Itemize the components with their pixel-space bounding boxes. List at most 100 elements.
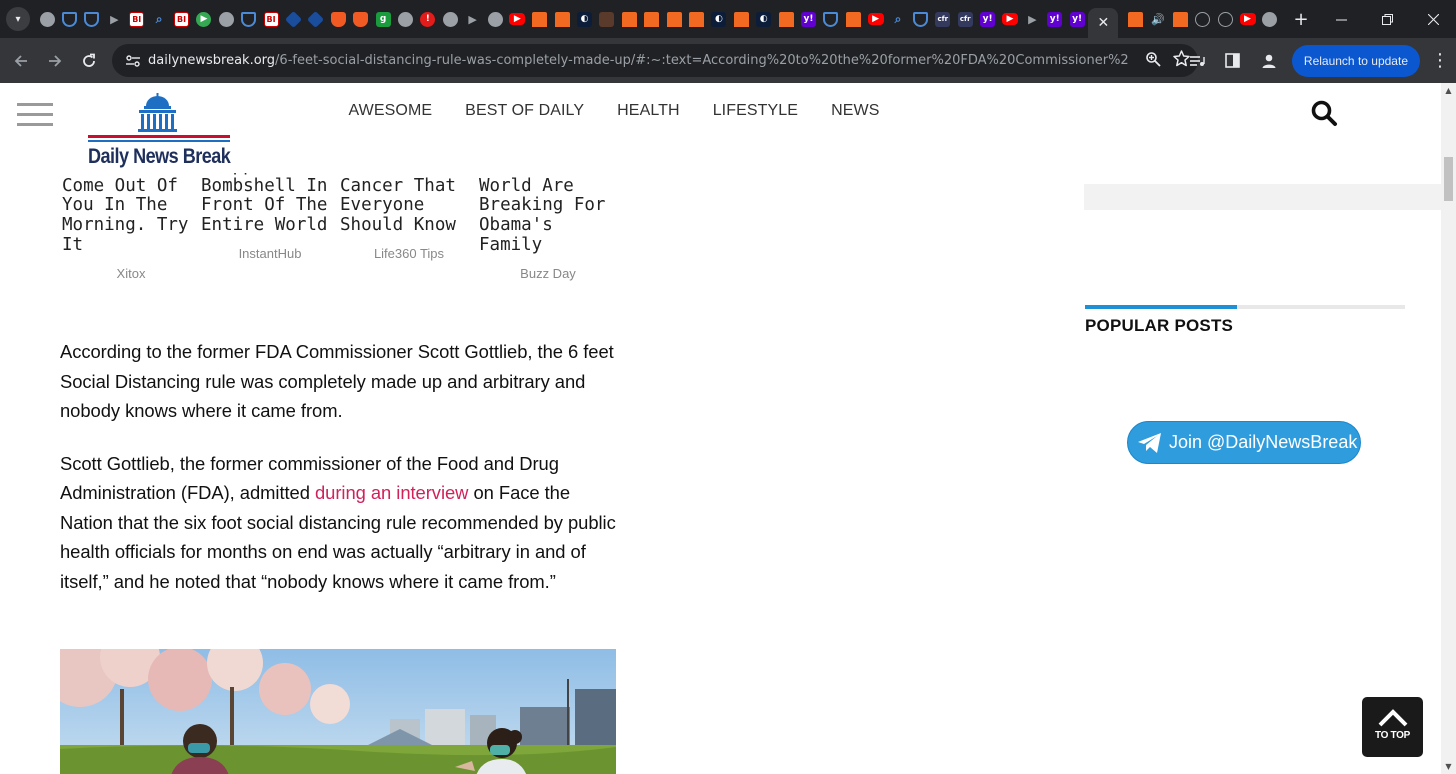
profile-avatar-icon[interactable] [1256, 48, 1282, 74]
browser-tab[interactable]: ▶ [1236, 0, 1258, 38]
browser-tab[interactable] [1192, 0, 1214, 38]
dark-icon: ◐ [756, 11, 772, 27]
browser-tab[interactable]: ▶ [1021, 0, 1043, 38]
browser-tab[interactable] [820, 0, 842, 38]
yt-icon: ▶ [509, 13, 526, 25]
browser-tab[interactable] [36, 0, 58, 38]
browser-tab[interactable]: ◐ [708, 0, 730, 38]
circle-icon [1195, 11, 1211, 27]
menu-kebab-icon[interactable]: ⋮ [1430, 50, 1450, 71]
back-button[interactable] [4, 44, 38, 78]
dark-icon: ◐ [711, 11, 727, 27]
browser-tab[interactable] [238, 0, 260, 38]
browser-tab[interactable] [81, 0, 103, 38]
scroll-up-icon[interactable]: ▲ [1441, 83, 1456, 98]
browser-tab[interactable] [439, 0, 461, 38]
browser-tab[interactable]: ! [417, 0, 439, 38]
browser-tab[interactable]: BI [260, 0, 282, 38]
browser-tab[interactable]: ▶ [461, 0, 483, 38]
nav-item-news[interactable]: NEWS [815, 102, 896, 122]
new-tab-button[interactable]: + [1289, 9, 1313, 30]
close-tab-icon[interactable]: ✕ [1097, 15, 1109, 31]
browser-tab[interactable]: y! [1066, 0, 1088, 38]
interview-link[interactable]: during an interview [315, 482, 468, 503]
side-panel-icon[interactable] [1220, 48, 1246, 74]
bookmark-icon [621, 11, 637, 27]
browser-tab[interactable] [618, 0, 640, 38]
browser-tab[interactable]: ◐ [753, 0, 775, 38]
site-logo[interactable]: Daily News Break [88, 93, 231, 173]
browser-tab[interactable]: y! [797, 0, 819, 38]
browser-tab[interactable]: ⌕ [887, 0, 909, 38]
red-icon: ! [420, 11, 436, 27]
browser-tab[interactable] [58, 0, 80, 38]
browser-tab[interactable] [596, 0, 618, 38]
reload-button[interactable] [72, 44, 106, 78]
tab-search-button[interactable]: ▾ [6, 7, 30, 31]
browser-tab[interactable]: ▶ [999, 0, 1021, 38]
browser-tab[interactable]: cfr [954, 0, 976, 38]
forward-button[interactable] [38, 44, 72, 78]
browser-tab[interactable]: 🔊 [1147, 0, 1169, 38]
browser-tab[interactable] [1259, 0, 1281, 38]
browser-tab[interactable]: cfr [932, 0, 954, 38]
active-tab[interactable]: ✕ [1088, 8, 1119, 38]
yt-icon: ▶ [1239, 13, 1256, 25]
browser-tab[interactable]: BI [126, 0, 148, 38]
minimize-button[interactable] [1318, 0, 1364, 38]
back-to-top-button[interactable]: TO TOP [1362, 697, 1423, 757]
browser-tab[interactable]: ⌕ [148, 0, 170, 38]
reading-list-icon[interactable] [1184, 48, 1210, 74]
browser-tab[interactable]: ▶ [506, 0, 528, 38]
nav-item-health[interactable]: HEALTH [601, 102, 697, 122]
zoom-icon[interactable] [1145, 51, 1161, 71]
browser-tab[interactable]: ◐ [573, 0, 595, 38]
bookmark-icon [554, 11, 570, 27]
browser-tab[interactable]: ▶ [103, 0, 125, 38]
browser-tab[interactable] [349, 0, 371, 38]
nav-item-awesome[interactable]: AWESOME [332, 102, 449, 122]
search-icon[interactable] [1310, 99, 1338, 127]
browser-tab[interactable] [1169, 0, 1191, 38]
browser-tab[interactable]: y! [976, 0, 998, 38]
browser-tab[interactable] [909, 0, 931, 38]
telegram-join-button[interactable]: Join @DailyNewsBreak [1127, 421, 1361, 464]
browser-tab[interactable]: BI [170, 0, 192, 38]
scroll-down-icon[interactable]: ▼ [1441, 759, 1456, 774]
close-window-button[interactable] [1410, 0, 1456, 38]
nav-item-lifestyle[interactable]: LIFESTYLE [696, 102, 814, 122]
address-bar[interactable]: dailynewsbreak.org/6-feet-social-distanc… [112, 44, 1198, 77]
scroll-thumb[interactable] [1444, 157, 1453, 201]
page-viewport: Worms Will Come Out Of You In The Mornin… [0, 83, 1441, 774]
browser-tab[interactable]: ▶ [193, 0, 215, 38]
nav-item-best-of-daily[interactable]: BEST OF DAILY [449, 102, 601, 122]
browser-tab[interactable] [685, 0, 707, 38]
browser-tab[interactable] [529, 0, 551, 38]
browser-tab[interactable] [282, 0, 304, 38]
browser-tab[interactable] [394, 0, 416, 38]
brave-icon [353, 11, 369, 27]
page-scrollbar[interactable]: ▲ ▼ [1441, 83, 1456, 774]
restore-button[interactable] [1364, 0, 1410, 38]
url-text[interactable]: dailynewsbreak.org/6-feet-social-distanc… [148, 53, 1128, 68]
hamburger-menu-icon[interactable] [17, 103, 53, 126]
browser-tab[interactable]: y! [1044, 0, 1066, 38]
browser-tab[interactable] [730, 0, 752, 38]
browser-tab[interactable] [663, 0, 685, 38]
browser-tab[interactable]: ▶ [864, 0, 886, 38]
ad-card[interactable]: Over The World Are Breaking For Obama's … [479, 156, 617, 280]
site-info-icon[interactable] [118, 54, 148, 68]
browser-tab[interactable] [551, 0, 573, 38]
relaunch-button[interactable]: Relaunch to update [1291, 44, 1420, 77]
browser-tab[interactable] [775, 0, 797, 38]
browser-tab[interactable] [484, 0, 506, 38]
ad-card[interactable]: Worms Will Come Out Of You In The Mornin… [62, 156, 200, 280]
browser-tab[interactable] [842, 0, 864, 38]
browser-tab[interactable] [1124, 0, 1146, 38]
browser-tab[interactable] [327, 0, 349, 38]
browser-tab[interactable] [641, 0, 663, 38]
browser-tab[interactable] [1214, 0, 1236, 38]
browser-tab[interactable] [305, 0, 327, 38]
browser-tab[interactable] [215, 0, 237, 38]
browser-tab[interactable]: g [372, 0, 394, 38]
